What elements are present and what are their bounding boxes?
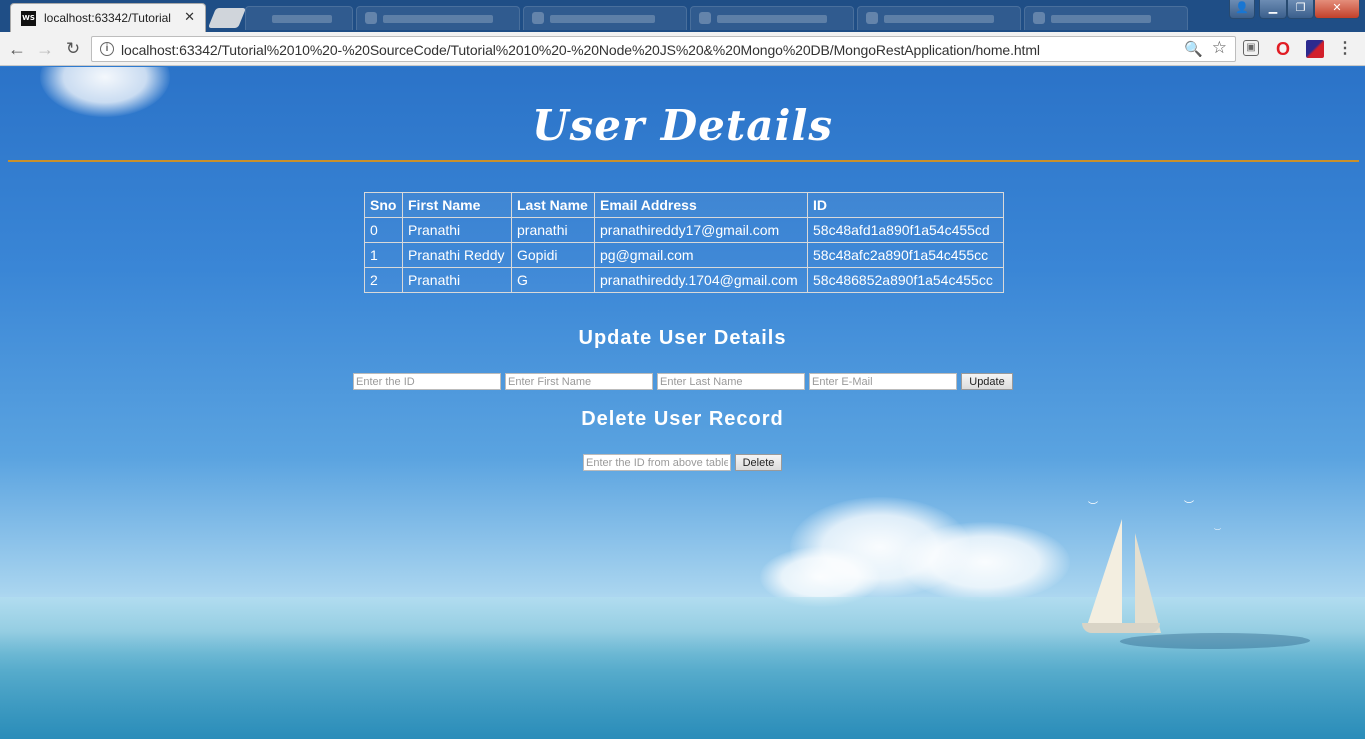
table-row: 0 Pranathi pranathi pranathireddy17@gmai… — [364, 217, 1004, 243]
bookmark-star-icon[interactable]: ☆ — [1212, 38, 1227, 58]
table-cell: 2 — [364, 267, 403, 293]
title-divider — [8, 160, 1359, 162]
address-bar[interactable]: i localhost:63342/Tutorial%2010%20-%20So… — [91, 36, 1236, 62]
table-cell: G — [511, 267, 595, 293]
table-cell: Gopidi — [511, 242, 595, 268]
table-cell: 1 — [364, 242, 403, 268]
opera-icon[interactable]: O — [1274, 40, 1292, 58]
tab-inactive[interactable] — [523, 6, 687, 30]
update-last-name-input[interactable] — [657, 373, 805, 390]
delete-id-input[interactable] — [583, 454, 731, 471]
delete-button[interactable]: Delete — [735, 454, 782, 471]
tab-active[interactable]: WS localhost:63342/Tutorial ✕ — [10, 3, 206, 32]
update-section-title: Update User Details — [578, 327, 787, 349]
column-header: Last Name — [511, 192, 595, 218]
table-cell: pranathi — [511, 217, 595, 243]
table-header-row: Sno First Name Last Name Email Address I… — [364, 192, 1004, 218]
column-header: Sno — [364, 192, 403, 218]
menu-icon[interactable]: ⋮ — [1336, 40, 1354, 58]
update-first-name-input[interactable] — [505, 373, 653, 390]
close-window-button[interactable]: ✕ — [1314, 0, 1360, 19]
minimize-button[interactable]: ▁ — [1259, 0, 1287, 19]
tab-inactive[interactable] — [857, 6, 1021, 30]
tab-inactive[interactable] — [690, 6, 854, 30]
extension-icon[interactable]: ▣ — [1243, 40, 1259, 56]
table-cell: Pranathi — [402, 267, 512, 293]
tab-inactive[interactable] — [1024, 6, 1188, 30]
zoom-icon[interactable]: 🔍 — [1184, 40, 1203, 58]
update-email-input[interactable] — [809, 373, 957, 390]
table-cell: 58c486852a890f1a54c455cc — [807, 267, 1004, 293]
reload-icon[interactable]: ↻ — [62, 38, 84, 60]
url-text[interactable]: localhost:63342/Tutorial%2010%20-%20Sour… — [121, 42, 1040, 58]
column-header: First Name — [402, 192, 512, 218]
sailboat-icon — [1086, 519, 1122, 629]
webstorm-favicon-icon: WS — [21, 11, 36, 26]
forward-arrow-icon[interactable]: → — [34, 38, 56, 60]
table-cell: pg@gmail.com — [594, 242, 808, 268]
back-arrow-icon[interactable]: ← — [6, 38, 28, 60]
sailboat-hull — [1082, 623, 1160, 633]
tab-title: localhost:63342/Tutorial — [44, 11, 171, 25]
sailboat-sail — [1135, 533, 1161, 633]
tab-close-icon[interactable]: ✕ — [184, 9, 195, 25]
column-header: ID — [807, 192, 1004, 218]
bird-icon: ︶ — [1214, 529, 1221, 536]
page-viewport: ︶ ︶ ︶ User Details Sno First Name Last N… — [0, 67, 1365, 739]
cloud-decoration — [900, 522, 1070, 602]
tab-inactive[interactable] — [356, 6, 520, 30]
table-cell: 0 — [364, 217, 403, 243]
table-row: 1 Pranathi Reddy Gopidi pg@gmail.com 58c… — [364, 242, 1004, 268]
column-header: Email Address — [594, 192, 808, 218]
table-cell: 58c48afd1a890f1a54c455cd — [807, 217, 1004, 243]
info-icon[interactable]: i — [100, 42, 114, 56]
users-table: Sno First Name Last Name Email Address I… — [364, 192, 1004, 293]
table-cell: Pranathi — [402, 217, 512, 243]
table-cell: Pranathi Reddy — [402, 242, 512, 268]
update-id-input[interactable] — [353, 373, 501, 390]
bird-icon: ︶ — [1088, 502, 1098, 513]
table-cell: pranathireddy17@gmail.com — [594, 217, 808, 243]
update-button[interactable]: Update — [961, 373, 1013, 390]
browser-toolbar: ← → ↻ i localhost:63342/Tutorial%2010%20… — [0, 32, 1365, 66]
tab-inactive[interactable] — [245, 6, 353, 30]
bird-icon: ︶ — [1184, 501, 1194, 512]
table-cell: 58c48afc2a890f1a54c455cc — [807, 242, 1004, 268]
profile-button[interactable]: 👤 — [1229, 0, 1255, 19]
page-title: User Details — [531, 101, 834, 150]
browser-titlebar: WS localhost:63342/Tutorial ✕ 👤 ▁ ❐ ✕ — [0, 0, 1365, 32]
table-cell: pranathireddy.1704@gmail.com — [594, 267, 808, 293]
new-tab-button[interactable] — [207, 8, 247, 28]
maximize-button[interactable]: ❐ — [1287, 0, 1314, 19]
delete-section-title: Delete User Record — [581, 408, 784, 430]
extension-icon[interactable] — [1306, 40, 1324, 58]
table-row: 2 Pranathi G pranathireddy.1704@gmail.co… — [364, 267, 1004, 293]
